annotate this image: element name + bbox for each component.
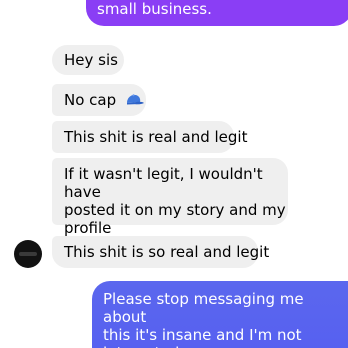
outgoing-message-bubble[interactable]: small business. [86,0,348,26]
incoming-message-bubble[interactable]: If it wasn't legit, I wouldn't have post… [52,158,288,237]
incoming-message-bubble[interactable]: No cap [52,84,146,116]
blue-cap-icon [125,92,145,112]
message-text-line: profile [64,219,112,237]
message-text-line: Please stop messaging me about [103,290,304,326]
message-text: small business. [97,0,212,18]
message-text: No cap [64,91,117,109]
outgoing-message-bubble[interactable]: Please stop messaging me about this it's… [92,281,348,348]
message-thread: small business. Hey sis No cap This shit… [0,0,348,348]
message-text-line: interested [103,344,340,348]
sender-avatar[interactable] [14,240,42,268]
incoming-message-bubble[interactable]: This shit is so real and legit [52,236,269,268]
incoming-message-bubble[interactable]: This shit is real and legit [52,121,247,153]
message-text: Hey sis [64,51,118,69]
message-text-line: If it wasn't legit, I wouldn't have [64,165,263,201]
message-text: This shit is real and legit [64,128,248,146]
message-text: This shit is so real and legit [64,243,270,261]
avatar-logo [19,252,37,256]
incoming-message-bubble[interactable]: Hey sis [52,45,124,75]
message-text-line: this it's insane and I'm not [103,326,302,344]
message-text-line: posted it on my story and my [64,201,286,219]
